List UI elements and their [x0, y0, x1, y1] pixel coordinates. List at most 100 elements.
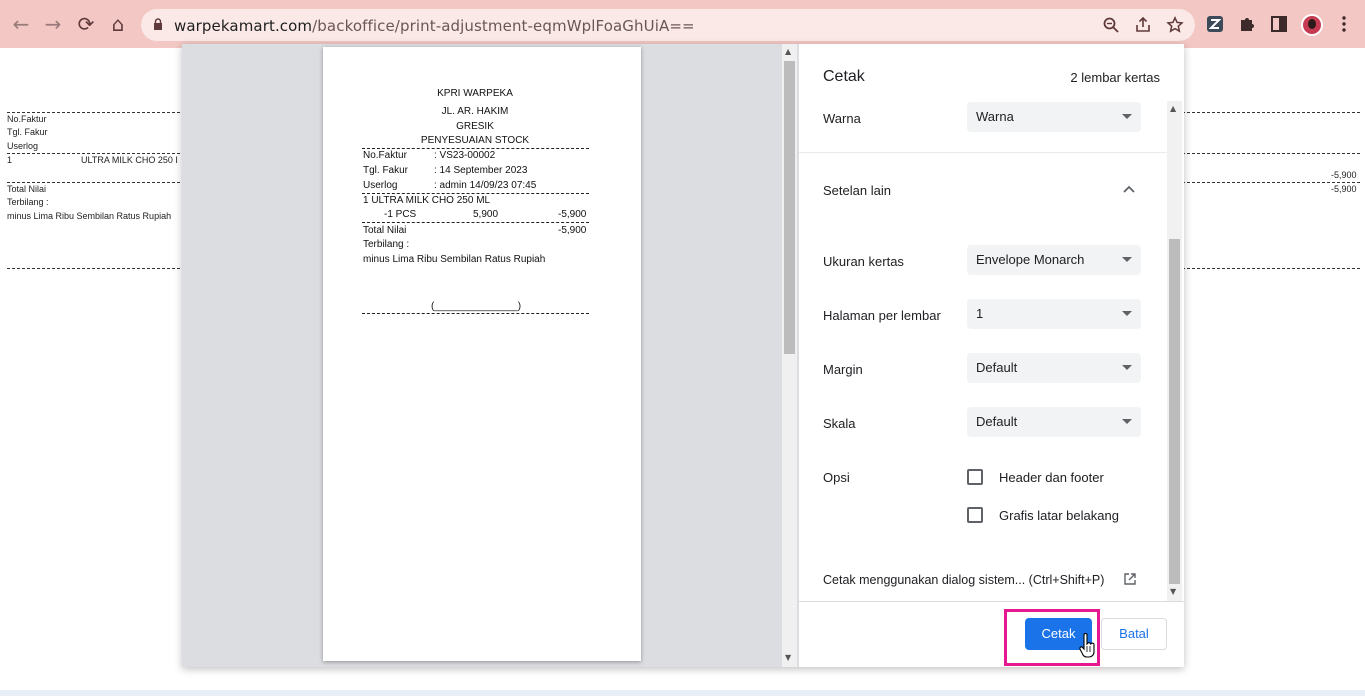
- receipt-doc-title: PENYESUAIAN STOCK: [420, 135, 530, 146]
- receipt-divider: [362, 148, 589, 149]
- chevron-up-icon[interactable]: [1123, 185, 1135, 193]
- terbilang-label: Terbilang :: [7, 197, 49, 207]
- dropdown-caret-icon: [1122, 257, 1132, 262]
- forward-arrow-icon[interactable]: →: [41, 12, 65, 36]
- home-icon[interactable]: ⌂: [106, 12, 130, 36]
- row-number: 1: [7, 155, 13, 165]
- address-bar[interactable]: warpekamart.com/backoffice/print-adjustm…: [141, 9, 1195, 41]
- dialog-title: Cetak: [823, 68, 865, 85]
- setelan-lain-toggle[interactable]: Setelan lain: [823, 183, 891, 198]
- scroll-up-arrow-icon[interactable]: ▲: [785, 47, 791, 56]
- menu-icon[interactable]: [1334, 14, 1354, 34]
- receipt-faktur-label: No.Faktur: [363, 150, 407, 161]
- warna-label: Warna: [823, 111, 861, 126]
- scroll-down-arrow-icon[interactable]: ▼: [785, 653, 791, 662]
- receipt-item-qty: -1 PCS: [384, 209, 417, 220]
- ukuran-kertas-label: Ukuran kertas: [823, 254, 904, 269]
- scroll-down-arrow-icon[interactable]: ▼: [1170, 587, 1176, 596]
- footer-divider: [799, 601, 1184, 602]
- back-arrow-icon[interactable]: ←: [9, 12, 33, 36]
- receipt-tgl-label: Tgl. Fakur: [363, 165, 409, 176]
- reload-icon[interactable]: ⟳: [74, 12, 98, 36]
- header-footer-label[interactable]: Header dan footer: [999, 470, 1104, 485]
- background-graphics-checkbox[interactable]: [967, 507, 983, 523]
- receipt-faktur-value: : VS23-00002: [434, 150, 496, 161]
- hand-cursor-icon: [1079, 633, 1095, 658]
- userlog-label: Userlog: [7, 141, 39, 151]
- margin-value: Default: [976, 360, 1018, 375]
- zoom-icon[interactable]: [1102, 16, 1120, 34]
- total-nilai-label: Total Nilai: [7, 184, 47, 194]
- receipt-item-price: 5,900: [473, 209, 499, 220]
- section-divider: [799, 152, 1167, 153]
- open-external-icon[interactable]: [1124, 573, 1136, 585]
- lock-icon[interactable]: [153, 18, 163, 31]
- dropdown-caret-icon: [1122, 311, 1132, 316]
- receipt-divider: [362, 222, 589, 223]
- row-item: ULTRA MILK CHO 250 I: [81, 155, 178, 165]
- print-dialog: KPRI WARPEKA JL. AR. HAKIM GRESIK PENYES…: [182, 44, 1184, 667]
- receipt-item-line: 1 ULTRA MILK CHO 250 ML: [363, 195, 491, 206]
- receipt-divider: [362, 193, 589, 194]
- row-amount: -5,900: [1331, 170, 1357, 180]
- sheet-count: 2 lembar kertas: [1070, 70, 1160, 85]
- skala-select[interactable]: Default: [967, 407, 1141, 437]
- bookmark-star-icon[interactable]: [1166, 16, 1184, 34]
- dropdown-caret-icon: [1122, 419, 1132, 424]
- share-icon[interactable]: [1134, 16, 1152, 34]
- url-path: /backoffice/print-adjustment-eqmWplFoaGh…: [312, 17, 695, 35]
- tgl-fakur-label: Tgl. Fakur: [7, 127, 48, 137]
- preview-scroll-thumb[interactable]: [784, 61, 795, 354]
- terbilang-text: minus Lima Ribu Sembilan Ratus Rupiah: [7, 211, 172, 221]
- puzzle-icon[interactable]: [1237, 14, 1257, 34]
- settings-list: Warna Warna Setelan lain Ukuran kertas E…: [799, 101, 1167, 601]
- avatar[interactable]: [1301, 14, 1323, 36]
- receipt-address: JL. AR. HAKIM: [441, 106, 509, 117]
- print-preview-sheet: KPRI WARPEKA JL. AR. HAKIM GRESIK PENYES…: [323, 47, 641, 661]
- receipt-signature: (_______________): [430, 301, 522, 312]
- receipt-divider: [362, 313, 589, 314]
- receipt-terbilang-text: minus Lima Ribu Sembilan Ratus Rupiah: [363, 254, 546, 265]
- header-footer-checkbox[interactable]: [967, 469, 983, 485]
- margin-select[interactable]: Default: [967, 353, 1141, 383]
- url-text[interactable]: warpekamart.com/backoffice/print-adjustm…: [174, 17, 695, 35]
- halaman-select[interactable]: 1: [967, 299, 1141, 329]
- sidepanel-icon[interactable]: [1269, 14, 1289, 34]
- url-host: warpekamart.com: [174, 17, 313, 35]
- dropdown-caret-icon: [1122, 114, 1132, 119]
- receipt-total-value: -5,900: [558, 225, 587, 236]
- receipt-item-total: -5,900: [558, 209, 587, 220]
- receipt-store: KPRI WARPEKA: [437, 88, 513, 99]
- system-dialog-link[interactable]: Cetak menggunakan dialog sistem... (Ctrl…: [823, 573, 1104, 587]
- print-settings-panel: Cetak 2 lembar kertas Warna Warna Setela…: [799, 44, 1184, 667]
- extension-z-icon[interactable]: [1205, 14, 1225, 34]
- total-amount: -5,900: [1331, 184, 1357, 194]
- margin-label: Margin: [823, 362, 863, 377]
- receipt-user-value: : admin 14/09/23 07:45: [434, 180, 537, 191]
- ukuran-kertas-select[interactable]: Envelope Monarch: [967, 245, 1141, 275]
- no-faktur-label: No.Faktur: [7, 114, 47, 124]
- settings-scroll-thumb[interactable]: [1169, 239, 1180, 584]
- receipt-total-label: Total Nilai: [363, 225, 407, 236]
- halaman-value: 1: [976, 306, 984, 321]
- warna-select[interactable]: Warna: [967, 102, 1141, 132]
- settings-scrollbar[interactable]: ▲ ▼: [1167, 101, 1182, 601]
- scroll-up-arrow-icon[interactable]: ▲: [1170, 104, 1176, 113]
- opsi-label: Opsi: [823, 470, 850, 485]
- dropdown-caret-icon: [1122, 365, 1132, 370]
- halaman-label: Halaman per lembar: [823, 308, 941, 323]
- print-preview-area: KPRI WARPEKA JL. AR. HAKIM GRESIK PENYES…: [182, 44, 780, 667]
- skala-label: Skala: [823, 416, 856, 431]
- ukuran-kertas-value: Envelope Monarch: [976, 252, 1085, 267]
- skala-value: Default: [976, 414, 1018, 429]
- bottom-strip: [0, 690, 1365, 696]
- receipt-user-label: Userlog: [363, 180, 398, 191]
- receipt-tgl-value: : 14 September 2023: [434, 165, 528, 176]
- preview-scrollbar[interactable]: ▲ ▼: [782, 44, 797, 667]
- cancel-button[interactable]: Batal: [1101, 618, 1167, 650]
- warna-value: Warna: [976, 109, 1014, 124]
- background-graphics-label[interactable]: Grafis latar belakang: [999, 508, 1119, 523]
- browser-toolbar: ← → ⟳ ⌂ warpekamart.com/backoffice/print…: [0, 0, 1365, 48]
- receipt-terbilang-label: Terbilang :: [363, 239, 410, 250]
- receipt-city: GRESIK: [456, 121, 494, 132]
